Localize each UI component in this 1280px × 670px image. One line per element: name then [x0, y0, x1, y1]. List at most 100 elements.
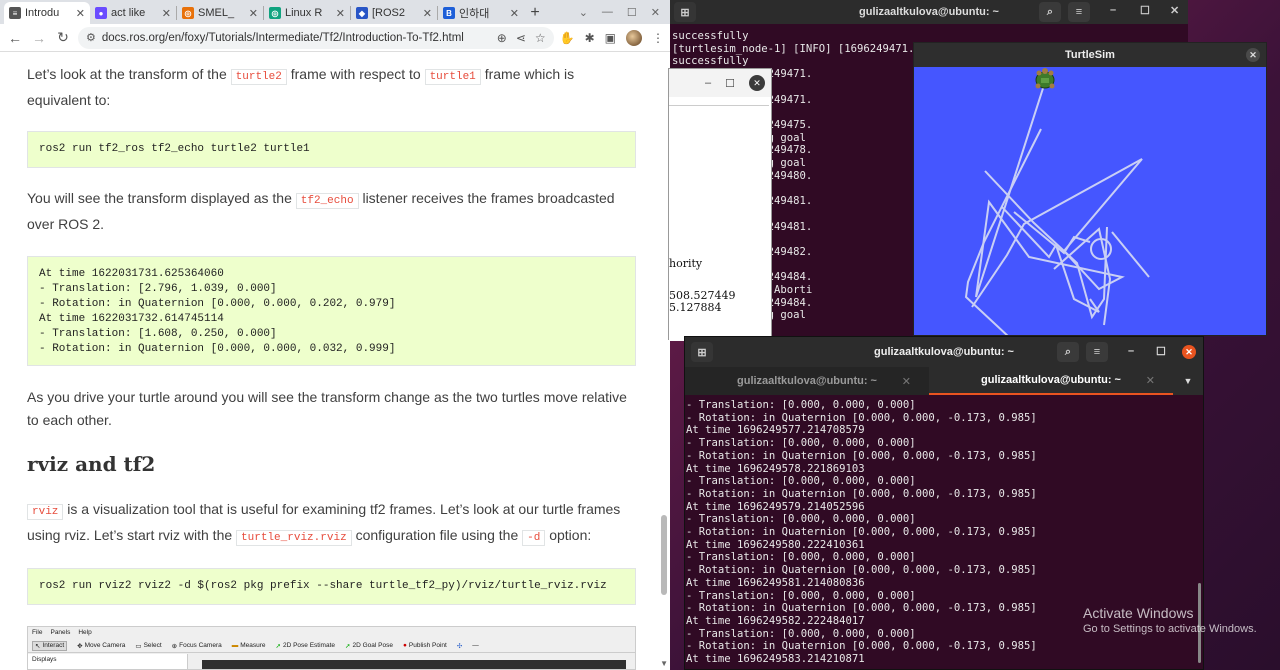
- close-tab-icon[interactable]: ✕: [902, 375, 911, 388]
- url-text[interactable]: docs.ros.org/en/foxy/Tutorials/Intermedi…: [102, 32, 491, 44]
- new-tab-button[interactable]: +: [524, 2, 546, 24]
- turtlesim-titlebar: TurtleSim ✕: [914, 43, 1266, 67]
- chevron-down-icon[interactable]: ⌄: [579, 6, 588, 19]
- terminal-line: [turtlesim_node-1] [INFO] [1696249471.: [672, 42, 915, 55]
- close-tab-icon[interactable]: ✕: [249, 7, 258, 20]
- address-bar[interactable]: ⚙ docs.ros.org/en/foxy/Tutorials/Interme…: [78, 26, 554, 49]
- close-icon[interactable]: ✕: [1182, 345, 1196, 359]
- side-panel-icon[interactable]: ▣: [605, 31, 616, 45]
- close-icon[interactable]: ✕: [1246, 48, 1260, 62]
- rviz-tool: ✥ Move Camera: [77, 642, 125, 650]
- tab-ros2[interactable]: ◆ [ROS2 ✕: [351, 2, 437, 24]
- terminal-line: - Rotation: in Quaternion [0.000, 0.000,…: [686, 449, 1037, 462]
- inline-code: turtle2: [230, 69, 287, 85]
- close-icon[interactable]: ✕: [1170, 4, 1179, 17]
- rviz-tool-label: Focus Camera: [179, 642, 222, 649]
- terminal-tab-1[interactable]: gulizaaltkulova@ubuntu: ~ ✕: [685, 367, 929, 395]
- rviz-tool-label: Measure: [240, 642, 266, 649]
- pose-arrow-icon: ➚: [275, 642, 281, 650]
- search-icon[interactable]: ⌕: [1057, 342, 1079, 362]
- inline-code: -d: [522, 530, 546, 546]
- close-tab-icon[interactable]: ✕: [423, 7, 432, 20]
- tab-introduction[interactable]: ≡ Introdu ✕: [4, 2, 90, 24]
- terminal-tab-2[interactable]: gulizaaltkulova@ubuntu: ~ ✕: [929, 367, 1173, 395]
- reload-icon[interactable]: ↻: [54, 29, 72, 47]
- paragraph-transform-displayed: You will see the transform displayed as …: [27, 187, 636, 236]
- minimize-icon[interactable]: —: [602, 6, 613, 19]
- text: option:: [549, 527, 592, 543]
- scroll-down-arrow-icon[interactable]: ▼: [660, 659, 668, 668]
- tab-bar: ≡ Introdu ✕ ● act like ✕ ◎ SMEL_ ✕ ◎ Lin…: [0, 0, 670, 24]
- site-info-icon[interactable]: ⚙: [86, 31, 96, 44]
- tab-title: [ROS2: [372, 7, 406, 19]
- text: configuration file using the: [355, 527, 519, 543]
- diamond-favicon-icon: ◆: [356, 7, 368, 19]
- close-tab-icon[interactable]: ✕: [336, 7, 345, 20]
- menu-icon[interactable]: ≡: [1068, 2, 1090, 22]
- docs-favicon-icon: ≡: [9, 7, 21, 19]
- tab-smel[interactable]: ◎ SMEL_ ✕: [177, 2, 263, 24]
- extension-icon[interactable]: ✋: [560, 31, 575, 45]
- tabs-dropdown-icon[interactable]: ▼: [1173, 367, 1203, 395]
- minimize-icon[interactable]: –: [1110, 4, 1116, 16]
- close-tab-icon[interactable]: ✕: [510, 7, 519, 20]
- search-icon[interactable]: ⌕: [1039, 2, 1061, 22]
- close-icon[interactable]: ✕: [651, 6, 660, 19]
- terminal-line: - Rotation: in Quaternion [0.000, 0.000,…: [686, 640, 1037, 653]
- maximize-icon[interactable]: ☐: [627, 6, 637, 19]
- turtlesim-title: TurtleSim: [1065, 49, 1115, 61]
- bookmark-star-icon[interactable]: ☆: [535, 31, 546, 45]
- ai-favicon-icon: ●: [95, 7, 107, 19]
- terminal-line: At time 1696249579.214052596: [686, 500, 865, 513]
- tab-inha[interactable]: B 인하대 ✕: [438, 2, 524, 24]
- menu-icon[interactable]: ≡: [1086, 342, 1108, 362]
- goal-arrow-icon: ➚: [345, 642, 351, 650]
- back-arrow-icon[interactable]: ←: [6, 29, 24, 47]
- terminal-tabs: gulizaaltkulova@ubuntu: ~ ✕ gulizaaltkul…: [685, 367, 1203, 395]
- rviz-tool-label: Move Camera: [84, 642, 126, 649]
- maximize-icon[interactable]: ☐: [725, 77, 735, 90]
- close-tab-icon[interactable]: ✕: [162, 7, 171, 20]
- maximize-icon[interactable]: ☐: [1140, 4, 1150, 17]
- close-tab-icon[interactable]: ✕: [1146, 374, 1155, 387]
- terminal-output: - Translation: [0.000, 0.000, 0.000] - Ro…: [685, 399, 1037, 666]
- minus-icon: —: [472, 642, 479, 649]
- rviz-menu-item: Panels: [50, 629, 71, 636]
- tab-linux[interactable]: ◎ Linux R ✕: [264, 2, 350, 24]
- rviz-toolbar: ↖ Interact ✥ Move Camera ▭ Select ⊕ Focus Ca…: [28, 639, 635, 653]
- tab-act-like[interactable]: ● act like ✕: [90, 2, 176, 24]
- rviz-tool-label: Publish Point: [408, 642, 447, 649]
- terminal-line: - Translation: [0.000, 0.000, 0.000]: [686, 513, 916, 526]
- terminal-line: At time 1696249577.214708579: [686, 424, 865, 437]
- rviz-tool: ✣: [457, 642, 462, 650]
- turtle-path: [1111, 231, 1150, 278]
- rviz-tool: —: [472, 642, 479, 649]
- rviz-tool-label: 2D Goal Pose: [352, 642, 393, 649]
- minimize-icon[interactable]: –: [705, 77, 711, 89]
- close-icon[interactable]: ✕: [749, 75, 765, 91]
- forward-arrow-icon[interactable]: →: [30, 29, 48, 47]
- rviz-tool: ⊕ Focus Camera: [172, 642, 222, 650]
- terminal-line: At time 1696249581.214080836: [686, 576, 865, 589]
- share-icon[interactable]: ⋖: [516, 31, 526, 45]
- page-scrollbar-thumb[interactable]: [661, 515, 667, 595]
- inline-code: turtle_rviz.rviz: [236, 530, 352, 546]
- turtle-icon: [1035, 68, 1055, 89]
- tab-title: 인하대: [459, 8, 490, 20]
- zoom-icon[interactable]: ⊕: [497, 31, 507, 45]
- tab-title: SMEL_: [198, 7, 235, 19]
- partial-text: hority: [669, 257, 703, 270]
- profile-avatar[interactable]: [626, 29, 642, 46]
- window-controls: ⌄ — ☐ ✕: [579, 6, 670, 24]
- rviz-tool: ▭ Select: [135, 642, 161, 650]
- terminal-title: gulizaaltkulova@ubuntu: ~: [874, 346, 1014, 358]
- maximize-icon[interactable]: ☐: [1156, 345, 1166, 358]
- minimize-icon[interactable]: –: [1128, 345, 1134, 357]
- code-block-tf2-echo: ros2 run tf2_ros tf2_echo turtle2 turtle…: [27, 131, 636, 168]
- rviz-tool: ● Publish Point: [403, 642, 447, 649]
- terminal-line: - Translation: [0.000, 0.000, 0.000]: [686, 437, 916, 450]
- turtlesim-window: TurtleSim ✕: [913, 42, 1267, 336]
- close-tab-icon[interactable]: ✕: [76, 7, 85, 20]
- more-menu-icon[interactable]: ⋮: [652, 31, 664, 45]
- puzzle-icon[interactable]: ✱: [585, 31, 595, 45]
